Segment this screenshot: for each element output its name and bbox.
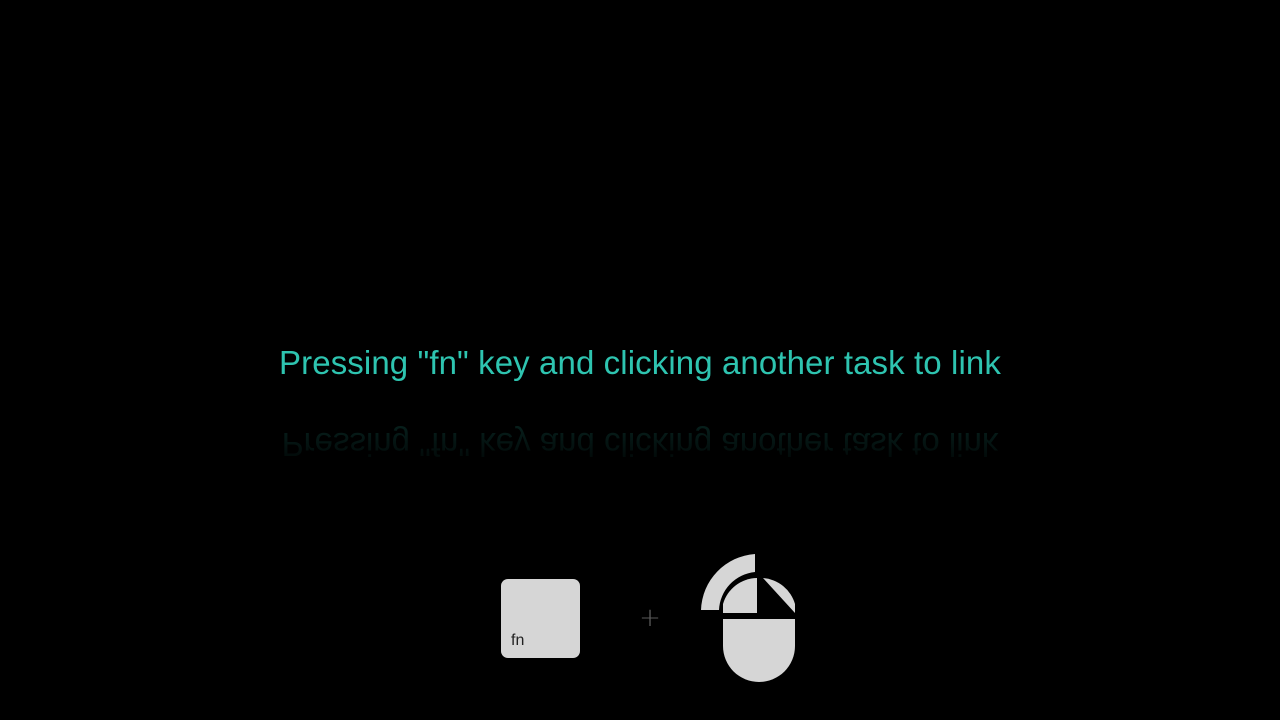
- fn-key-icon: fn: [501, 579, 580, 658]
- mouse-left-click-icon: [701, 554, 795, 682]
- tutorial-overlay: Pressing "fn" key and clicking another t…: [0, 0, 1280, 720]
- instruction-caption: Pressing "fn" key and clicking another t…: [279, 344, 1001, 381]
- plus-icon: +: [639, 603, 661, 633]
- instruction-caption-reflection: Pressing "fn" key and clicking another t…: [281, 426, 999, 463]
- fn-key-label: fn: [511, 632, 525, 649]
